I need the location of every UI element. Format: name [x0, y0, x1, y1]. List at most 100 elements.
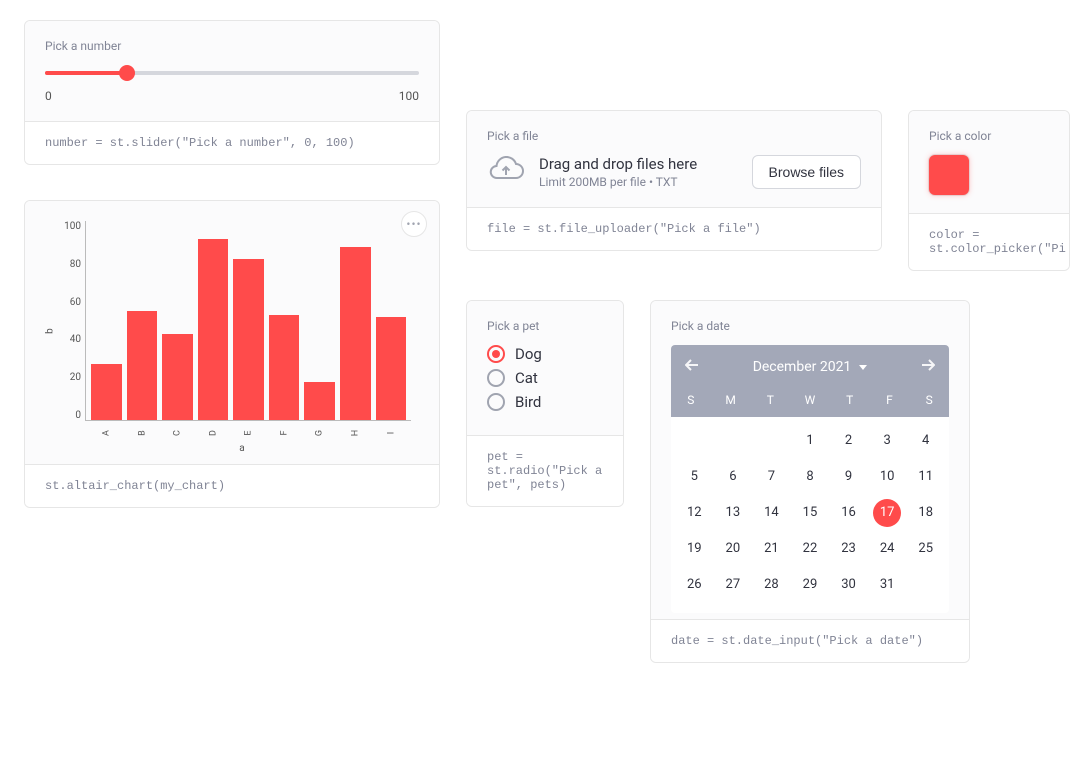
calendar-day[interactable]: 27 — [714, 571, 753, 599]
calendar-dow: S — [671, 393, 711, 407]
calendar-day[interactable]: 26 — [675, 571, 714, 599]
radio-option-label: Bird — [515, 393, 541, 411]
chart-x-tick: F — [279, 418, 289, 449]
calendar-dow: T — [830, 393, 870, 407]
calendar-cell-empty — [714, 427, 753, 455]
calendar-month-label[interactable]: December 2021 — [753, 359, 852, 375]
chart-code: st.altair_chart(my_chart) — [25, 464, 439, 507]
calendar-day[interactable]: 23 — [829, 535, 868, 563]
radio-icon — [487, 345, 505, 363]
calendar-day[interactable]: 30 — [829, 571, 868, 599]
chart-y-axis: 100806040200 — [53, 221, 81, 441]
calendar-dow: F — [870, 393, 910, 407]
calendar-day[interactable]: 2 — [829, 427, 868, 455]
calendar-day[interactable]: 8 — [791, 463, 830, 491]
calendar-day[interactable]: 28 — [752, 571, 791, 599]
radio-icon — [487, 393, 505, 411]
calendar-day[interactable]: 19 — [675, 535, 714, 563]
slider-label: Pick a number — [45, 39, 419, 53]
calendar-cell-empty — [675, 427, 714, 455]
calendar-day[interactable]: 3 — [868, 427, 907, 455]
file-limit-text: Limit 200MB per file • TXT — [539, 175, 697, 189]
radio-option[interactable]: Bird — [487, 393, 603, 411]
chevron-down-icon[interactable] — [859, 365, 867, 370]
slider-fill — [45, 71, 127, 75]
calendar-day[interactable]: 13 — [714, 499, 753, 527]
calendar-day[interactable]: 20 — [714, 535, 753, 563]
calendar-day[interactable]: 5 — [675, 463, 714, 491]
chart-y-tick: 20 — [53, 372, 81, 383]
slider-thumb[interactable] — [119, 65, 135, 81]
chart-bar — [233, 259, 264, 420]
arrow-right-icon — [921, 359, 935, 371]
calendar-day[interactable]: 18 — [906, 499, 945, 527]
calendar-day[interactable]: 12 — [675, 499, 714, 527]
chart-y-label: b — [44, 328, 55, 334]
calendar-dow: S — [909, 393, 949, 407]
calendar-cell-empty — [752, 427, 791, 455]
chart-x-tick: A — [101, 418, 111, 449]
bar-chart: b 100806040200 ABCDEFGHI — [53, 221, 411, 441]
calendar-day[interactable]: 31 — [868, 571, 907, 599]
calendar-day[interactable]: 22 — [791, 535, 830, 563]
color-code: color = st.color_picker("Pi — [909, 213, 1069, 270]
calendar-day[interactable]: 16 — [829, 499, 868, 527]
calendar-next-button[interactable] — [917, 357, 939, 377]
chart-x-label: a — [73, 443, 411, 454]
calendar-day[interactable]: 21 — [752, 535, 791, 563]
chart-bar — [127, 311, 158, 420]
calendar-day[interactable]: 17 — [868, 499, 907, 527]
calendar-dow: T — [750, 393, 790, 407]
chart-x-axis: ABCDEFGHI — [86, 428, 411, 438]
date-label: Pick a date — [671, 319, 949, 333]
radio-icon — [487, 369, 505, 387]
radio-option[interactable]: Cat — [487, 369, 603, 387]
color-label: Pick a color — [929, 129, 1049, 143]
chart-x-tick: B — [137, 418, 147, 449]
chart-bar — [198, 239, 229, 420]
calendar-dow-row: SMTWTFS — [671, 389, 949, 417]
chart-bar — [376, 317, 407, 420]
calendar-day[interactable]: 29 — [791, 571, 830, 599]
file-drop-text: Drag and drop files here — [539, 155, 697, 173]
calendar-day[interactable]: 15 — [791, 499, 830, 527]
file-label: Pick a file — [487, 129, 861, 143]
color-picker-card: Pick a color color = st.color_picker("Pi — [908, 110, 1070, 271]
radio-group: Dog Cat Bird — [487, 345, 603, 411]
pet-label: Pick a pet — [487, 319, 603, 333]
calendar-day[interactable]: 10 — [868, 463, 907, 491]
calendar-day[interactable]: 1 — [791, 427, 830, 455]
date-code: date = st.date_input("Pick a date") — [651, 619, 969, 662]
slider[interactable] — [45, 71, 419, 75]
chart-x-tick: D — [208, 418, 218, 449]
chart-bar — [269, 315, 300, 420]
arrow-left-icon — [685, 359, 699, 371]
calendar-day[interactable]: 4 — [906, 427, 945, 455]
calendar-day[interactable]: 6 — [714, 463, 753, 491]
chart-bar — [91, 364, 122, 420]
radio-option[interactable]: Dog — [487, 345, 603, 363]
calendar-day[interactable]: 7 — [752, 463, 791, 491]
file-code: file = st.file_uploader("Pick a file") — [467, 207, 881, 250]
cloud-upload-icon — [487, 156, 525, 188]
chart-x-tick: I — [386, 418, 396, 449]
calendar-prev-button[interactable] — [681, 357, 703, 377]
chart-y-tick: 40 — [53, 334, 81, 345]
calendar-day[interactable]: 24 — [868, 535, 907, 563]
chart-bar — [162, 334, 193, 420]
chart-plot-area: ABCDEFGHI — [85, 221, 411, 421]
calendar-day[interactable]: 25 — [906, 535, 945, 563]
chart-y-tick: 60 — [53, 297, 81, 308]
chart-y-tick: 80 — [53, 259, 81, 270]
calendar-grid: 1234567891011121314151617181920212223242… — [671, 417, 949, 613]
color-swatch[interactable] — [929, 155, 969, 195]
chart-card: ••• b 100806040200 ABCDEFGHI a st.altair… — [24, 200, 440, 508]
chart-x-tick: C — [172, 418, 182, 449]
browse-files-button[interactable]: Browse files — [752, 155, 861, 189]
calendar-day[interactable]: 11 — [906, 463, 945, 491]
calendar-day[interactable]: 9 — [829, 463, 868, 491]
calendar-day[interactable]: 14 — [752, 499, 791, 527]
radio-option-label: Dog — [515, 345, 542, 363]
radio-card: Pick a pet DogCatBird pet = st.radio("Pi… — [466, 300, 624, 507]
file-drop-zone[interactable]: Drag and drop files here Limit 200MB per… — [487, 155, 861, 189]
